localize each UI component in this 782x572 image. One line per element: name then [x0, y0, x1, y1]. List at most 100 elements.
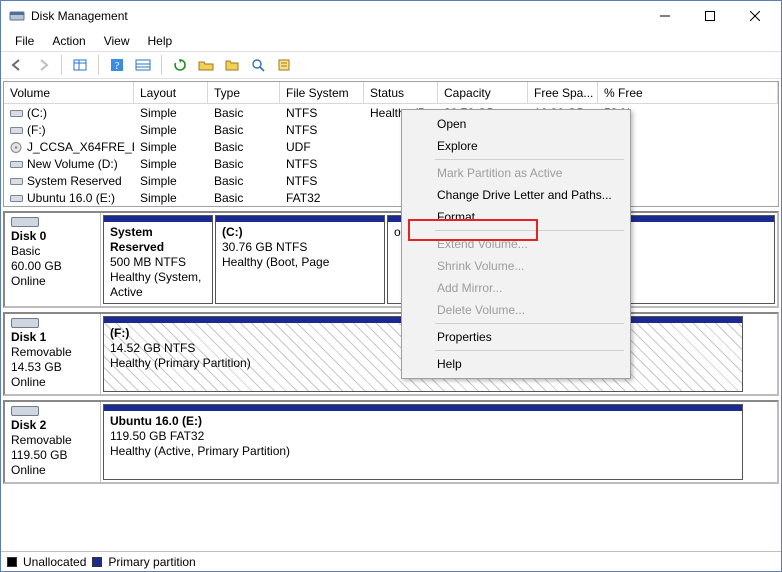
disk-label: Disk 2 [11, 418, 94, 433]
volume-type: Basic [208, 174, 280, 188]
col-capacity[interactable]: Capacity [438, 82, 528, 104]
drive-icon [10, 176, 23, 186]
ctx-extend: Extend Volume... [405, 233, 627, 255]
toolbar-help-icon[interactable]: ? [105, 54, 129, 76]
disk-state: Online [11, 463, 94, 478]
ctx-add-mirror: Add Mirror... [405, 277, 627, 299]
legend-swatch-primary [92, 557, 102, 567]
partition[interactable]: (C:)30.76 GB NTFSHealthy (Boot, Page [215, 215, 385, 304]
window-title: Disk Management [31, 9, 642, 23]
partition-status: Healthy (Boot, Page [222, 255, 329, 269]
toolbar: ? [1, 51, 781, 79]
toolbar-separator [98, 55, 99, 75]
drive-icon [10, 193, 23, 203]
toolbar-folder-icon[interactable] [220, 54, 244, 76]
ctx-delete: Delete Volume... [405, 299, 627, 321]
disk-kind: Basic [11, 244, 94, 259]
column-headers: Volume Layout Type File System Status Ca… [4, 82, 778, 104]
titlebar: Disk Management [1, 1, 781, 31]
disk-size: 14.53 GB [11, 360, 94, 375]
volume-layout: Simple [134, 174, 208, 188]
disk-pane: Disk 0Basic60.00 GBOnlineSystem Reserved… [3, 211, 779, 308]
volume-type: Basic [208, 123, 280, 137]
volume-layout: Simple [134, 106, 208, 120]
toolbar-forward-button[interactable] [31, 54, 55, 76]
partition-title: (C:) [222, 225, 243, 239]
col-fs[interactable]: File System [280, 82, 364, 104]
col-pfree[interactable]: % Free [598, 82, 778, 104]
drive-icon [10, 159, 23, 169]
disk-pane: Disk 1Removable14.53 GBOnline(F:)14.52 G… [3, 312, 779, 396]
disk-state: Online [11, 375, 94, 390]
disk-info[interactable]: Disk 1Removable14.53 GBOnline [5, 314, 101, 394]
toolbar-search-icon[interactable] [246, 54, 270, 76]
partition[interactable]: Ubuntu 16.0 (E:)119.50 GB FAT32Healthy (… [103, 404, 743, 480]
disk-map: Disk 0Basic60.00 GBOnlineSystem Reserved… [3, 211, 779, 549]
ctx-open[interactable]: Open [405, 113, 627, 135]
legend: Unallocated Primary partition [1, 551, 781, 571]
toolbar-separator [161, 55, 162, 75]
context-menu: Open Explore Mark Partition as Active Ch… [401, 109, 631, 379]
disk-info[interactable]: Disk 2Removable119.50 GBOnline [5, 402, 101, 482]
volume-name: System Reserved [27, 174, 122, 188]
volume-fs: FAT32 [280, 191, 364, 205]
window-maximize-button[interactable] [687, 2, 732, 30]
toolbar-view-icon[interactable] [131, 54, 155, 76]
volume-name: Ubuntu 16.0 (E:) [27, 191, 115, 205]
disk-size: 60.00 GB [11, 259, 94, 274]
ctx-explore[interactable]: Explore [405, 135, 627, 157]
disk-icon [11, 217, 39, 227]
toolbar-refresh-icon[interactable] [168, 54, 192, 76]
col-free[interactable]: Free Spa... [528, 82, 598, 104]
drive-icon [10, 125, 23, 135]
partition-status: Healthy (Active, Primary Partition) [110, 444, 290, 458]
ctx-help[interactable]: Help [405, 353, 627, 375]
menu-action[interactable]: Action [44, 32, 93, 50]
legend-unallocated: Unallocated [23, 555, 86, 569]
volume-layout: Simple [134, 140, 208, 154]
volume-row[interactable]: (C:)SimpleBasicNTFSHealthy (B...30.76 GB… [4, 104, 778, 121]
menu-help[interactable]: Help [140, 32, 181, 50]
disk-kind: Removable [11, 345, 94, 360]
toolbar-open-icon[interactable] [194, 54, 218, 76]
ctx-mark-active: Mark Partition as Active [405, 162, 627, 184]
partition[interactable]: System Reserved500 MB NTFSHealthy (Syste… [103, 215, 213, 304]
volume-fs: NTFS [280, 174, 364, 188]
col-type[interactable]: Type [208, 82, 280, 104]
toolbar-properties-icon[interactable] [272, 54, 296, 76]
disk-info[interactable]: Disk 0Basic60.00 GBOnline [5, 213, 101, 306]
window-close-button[interactable] [732, 2, 777, 30]
col-layout[interactable]: Layout [134, 82, 208, 104]
ctx-format[interactable]: Format... [405, 206, 627, 228]
volume-fs: NTFS [280, 123, 364, 137]
legend-swatch-unallocated [7, 557, 17, 567]
volume-name: (F:) [27, 123, 46, 137]
volume-row[interactable]: System ReservedSimpleBasicNTFS% [4, 172, 778, 189]
partition-size: 30.76 GB NTFS [222, 240, 307, 254]
volume-layout: Simple [134, 123, 208, 137]
menu-view[interactable]: View [96, 32, 138, 50]
ctx-properties[interactable]: Properties [405, 326, 627, 348]
volume-row[interactable]: Ubuntu 16.0 (E:)SimpleBasicFAT32% [4, 189, 778, 206]
window-minimize-button[interactable] [642, 2, 687, 30]
toolbar-details-icon[interactable] [68, 54, 92, 76]
ctx-change-letter[interactable]: Change Drive Letter and Paths... [405, 184, 627, 206]
col-status[interactable]: Status [364, 82, 438, 104]
col-volume[interactable]: Volume [4, 82, 134, 104]
menubar: File Action View Help [1, 31, 781, 51]
volume-list: Volume Layout Type File System Status Ca… [3, 81, 779, 207]
partition-title: Ubuntu 16.0 (E:) [110, 414, 202, 428]
volume-row[interactable]: (F:)SimpleBasicNTFS% [4, 121, 778, 138]
volume-row[interactable]: J_CCSA_X64FRE_E...SimpleBasicUDF% [4, 138, 778, 155]
toolbar-back-button[interactable] [5, 54, 29, 76]
volume-layout: Simple [134, 157, 208, 171]
menu-file[interactable]: File [7, 32, 42, 50]
volume-name: (C:) [27, 106, 47, 120]
volume-name: J_CCSA_X64FRE_E... [27, 140, 134, 154]
partition-size: 14.52 GB NTFS [110, 341, 195, 355]
legend-primary: Primary partition [108, 555, 195, 569]
drive-icon [10, 142, 23, 152]
volume-fs: NTFS [280, 106, 364, 120]
volume-row[interactable]: New Volume (D:)SimpleBasicNTFS0 % [4, 155, 778, 172]
volume-type: Basic [208, 157, 280, 171]
